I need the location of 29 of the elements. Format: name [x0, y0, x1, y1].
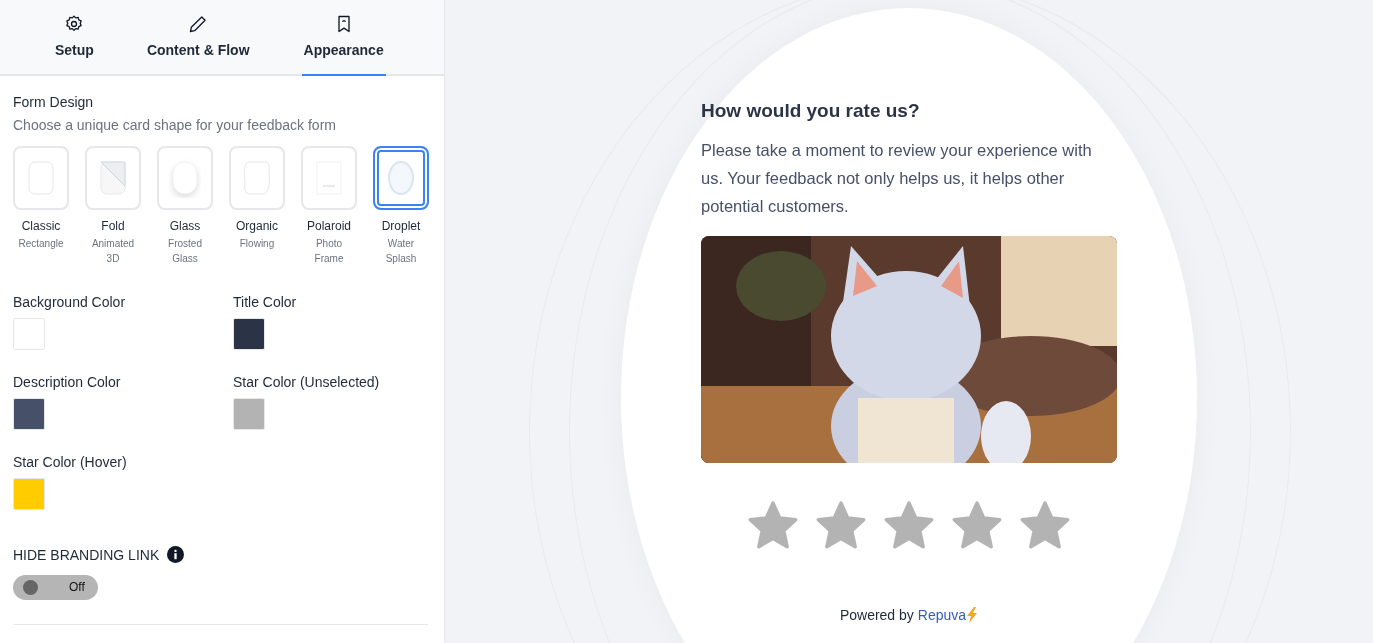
- color-swatch[interactable]: [13, 398, 45, 430]
- color-swatch[interactable]: [233, 318, 265, 350]
- form-title: How would you rate us?: [701, 100, 921, 122]
- info-icon[interactable]: [167, 546, 185, 563]
- color-label: Star Color (Hover): [13, 454, 128, 470]
- color-label: Title Color: [233, 294, 298, 310]
- pencil-icon: [188, 14, 209, 34]
- toggle-switch[interactable]: Off: [13, 575, 98, 600]
- color-label: Description Color: [13, 374, 122, 390]
- card-shape-icon: [169, 158, 201, 198]
- powered-by-text: Powered by: [839, 607, 914, 623]
- card-shape-icon: [97, 158, 129, 198]
- lightning-icon: [966, 607, 979, 623]
- section-subtitle: Choose a unique card shape for your feedback form: [13, 117, 337, 133]
- section-title: Form Design: [13, 94, 95, 110]
- card-shape-icon: [385, 158, 417, 198]
- tab[interactable]: Content & Flow: [146, 0, 250, 76]
- gear-icon: [64, 14, 85, 34]
- color-label: Star Color (Unselected): [233, 374, 381, 390]
- tab[interactable]: Setup: [55, 0, 94, 76]
- color-label: Background Color: [13, 294, 127, 310]
- tab[interactable]: Appearance: [301, 0, 386, 76]
- color-swatch[interactable]: [13, 318, 45, 350]
- setting-label: HIDE BRANDING LINK: [13, 546, 160, 563]
- color-swatch[interactable]: [13, 478, 45, 510]
- color-swatch[interactable]: [233, 398, 265, 430]
- card-shape-icon: [241, 158, 273, 198]
- form-description: Please take a moment to review your experience with us. Your feedback not only helps us, it helps other potential customers.: [701, 140, 1093, 217]
- brand-link[interactable]: Repuva: [917, 607, 967, 623]
